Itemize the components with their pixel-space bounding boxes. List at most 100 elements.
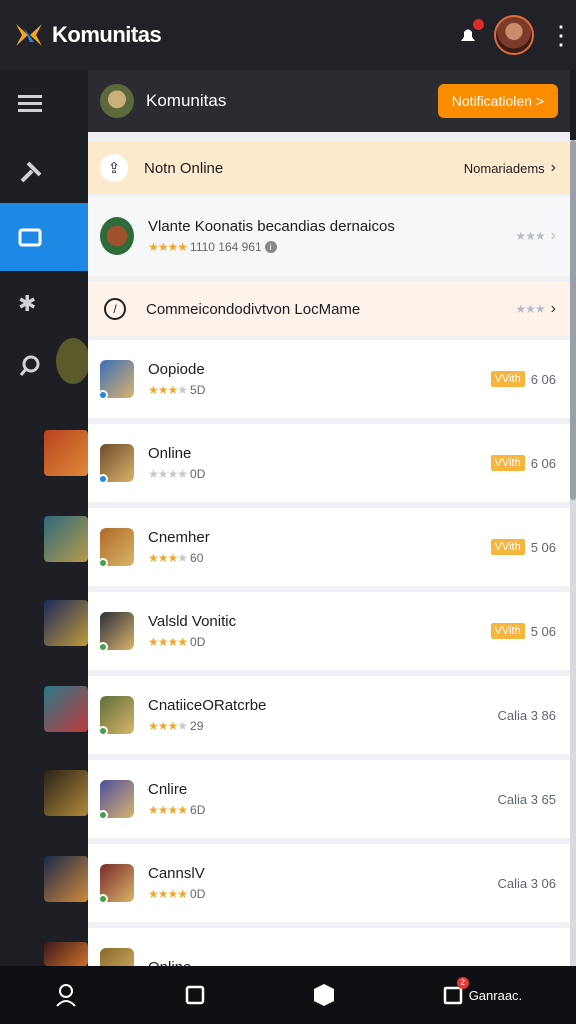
info-icon: i	[264, 241, 277, 253]
app-bar: Komunitas ⋮	[0, 0, 576, 70]
game-title: Cnemher	[148, 529, 210, 546]
game-value: 5 06	[530, 539, 556, 555]
game-value: Calia 3 86	[497, 707, 556, 723]
game-title: Online	[148, 445, 192, 462]
game-thumb	[98, 780, 134, 820]
rating-stars: ★★★★	[148, 803, 188, 817]
game-title: Cnlire	[148, 781, 188, 798]
more-menu-icon[interactable]: ⋮	[548, 22, 574, 48]
status-dot	[98, 390, 108, 400]
nav-badge: 2	[456, 977, 469, 989]
status-dot	[98, 642, 108, 652]
bottom-nav: 2 Ganraac.	[0, 966, 576, 1024]
game-count: 5D	[190, 383, 206, 397]
rail-avatar[interactable]	[56, 338, 90, 384]
compose-label: Commeicondodivtvon LocMame	[146, 300, 361, 318]
nav-home-button[interactable]	[313, 983, 335, 1007]
status-label: Notn Online	[144, 159, 224, 177]
game-list-item[interactable]: Cnlire ★★★★ 6D Calia 3 65	[88, 760, 570, 838]
game-thumb	[98, 360, 134, 400]
rating-stars: ★★★★	[148, 635, 188, 649]
rating-stars: ★★★★	[148, 551, 188, 565]
rating-stars: ★★★★	[148, 719, 188, 733]
game-list-item[interactable]: CnatiiceORatcrbe ★★★★ 29 Calia 3 86	[88, 676, 570, 754]
rail-game-thumb[interactable]	[44, 686, 88, 732]
status-dot	[98, 474, 108, 484]
compose-row[interactable]: / Commeicondodivtvon LocMame ★★★ ›	[88, 282, 570, 336]
notifications-button[interactable]: Notificatiolen >	[437, 84, 558, 118]
rating-stars: ★★★★	[148, 383, 188, 397]
asterisk-icon[interactable]: ✱	[0, 270, 88, 338]
game-title: CnatiiceORatcrbe	[148, 697, 267, 714]
community-panel: Komunitas Notificatiolen > ⇪ Notn Online…	[88, 70, 570, 966]
game-count: 29	[190, 719, 204, 733]
game-list-item[interactable]: Oopiode ★★★★ 5D VVith 6 06	[88, 340, 570, 418]
status-right-label: Nomariadems	[463, 160, 545, 176]
status-dot	[98, 894, 108, 904]
hexagon-icon	[314, 984, 335, 1006]
tools-icon[interactable]	[0, 138, 88, 206]
game-count: 60	[190, 551, 204, 565]
game-list-item[interactable]: Online	[88, 928, 570, 966]
status-dot	[98, 726, 108, 736]
export-icon: ⇪	[100, 154, 128, 182]
hamburger-menu-icon[interactable]	[0, 70, 88, 138]
game-count: 0D	[190, 887, 206, 901]
game-thumb	[98, 864, 134, 904]
game-list-item[interactable]: Online ★★★★ 0D VVith 6 06	[88, 424, 570, 502]
game-value: 5 06	[530, 623, 556, 639]
rail-game-thumb[interactable]	[44, 600, 88, 646]
rail-game-thumb[interactable]	[44, 942, 88, 966]
game-value: 6 06	[530, 455, 556, 471]
rail-game-thumb[interactable]	[44, 856, 88, 902]
nav-messages-button[interactable]: 2 Ganraac.	[443, 977, 522, 1005]
user-avatar[interactable]	[494, 15, 534, 55]
game-thumb	[100, 948, 134, 966]
person-icon	[56, 984, 76, 1007]
game-count: 0D	[190, 635, 206, 649]
nav-profile-button[interactable]	[54, 982, 78, 1008]
rail-game-thumb[interactable]	[44, 516, 88, 562]
game-tag: VVith	[490, 455, 525, 471]
game-tag: VVith	[490, 539, 525, 555]
featured-thumb	[100, 217, 134, 255]
chevron-right-icon: ›	[550, 159, 556, 176]
game-thumb	[98, 612, 134, 652]
featured-right-stars: ★★★	[515, 229, 545, 243]
game-tag: VVith	[490, 623, 525, 639]
game-title: Oopiode	[148, 361, 205, 378]
featured-row[interactable]: Vlante Koonatis becandias dernaicos ★★★★…	[88, 196, 570, 276]
game-value: Calia 3 65	[497, 791, 556, 807]
game-list-item[interactable]: CannslV ★★★★ 0D Calia 3 06	[88, 844, 570, 922]
scrollbar-thumb[interactable]	[570, 140, 576, 500]
scrollbar[interactable]	[570, 140, 576, 966]
game-value: 6 06	[530, 371, 556, 387]
folder-icon[interactable]	[0, 203, 88, 271]
nav-square-button[interactable]	[185, 985, 205, 1005]
game-thumb	[98, 696, 134, 736]
square-icon	[186, 985, 205, 1005]
featured-rating-stars: ★★★★	[148, 240, 188, 254]
chevron-right-icon: ›	[550, 227, 556, 244]
game-thumb	[98, 444, 134, 484]
app-logo-icon	[16, 24, 42, 46]
community-avatar[interactable]	[100, 84, 134, 118]
status-row[interactable]: ⇪ Notn Online Nomariadems ›	[88, 142, 570, 194]
game-list-item[interactable]: Valsld Vonitic ★★★★ 0D VVith 5 06	[88, 592, 570, 670]
featured-meta: 1110 164 961	[190, 240, 262, 254]
panel-title: Komunitas	[146, 91, 227, 110]
rail-game-thumb[interactable]	[44, 770, 88, 816]
chevron-right-icon: ›	[550, 300, 556, 317]
featured-title: Vlante Koonatis becandias dernaicos	[148, 218, 395, 235]
compose-icon: /	[104, 298, 126, 320]
game-count: 6D	[190, 803, 206, 817]
rail-game-thumb[interactable]	[44, 430, 88, 476]
rating-stars: ★★★★	[148, 887, 188, 901]
panel-header: Komunitas Notificatiolen >	[88, 70, 570, 132]
notification-bell-button[interactable]	[456, 19, 484, 47]
compose-right-stars: ★★★	[515, 302, 545, 316]
game-thumb	[98, 528, 134, 568]
game-title: CannslV	[148, 865, 205, 882]
app-title: Komunitas	[52, 22, 162, 47]
game-list-item[interactable]: Cnemher ★★★★ 60 VVith 5 06	[88, 508, 570, 586]
